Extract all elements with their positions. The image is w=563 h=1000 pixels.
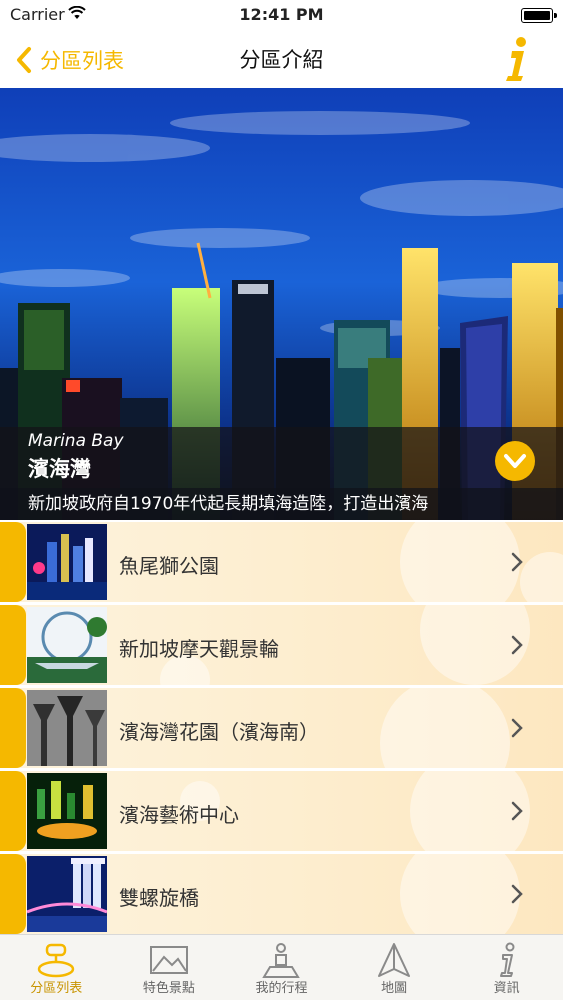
tab-info[interactable]: 資訊 [450, 935, 563, 1000]
chevron-right-icon [511, 635, 523, 655]
chevron-right-icon [511, 884, 523, 904]
item-accent-bar [0, 522, 26, 602]
gardens-by-the-bay-thumbnail [27, 690, 107, 766]
district-caption: Marina Bay 濱海灣 新加坡政府自1970年代起長期填海造陸，打造出濱海 [0, 427, 563, 520]
bokeh-decoration [400, 522, 520, 602]
district-list-icon [38, 943, 75, 978]
bokeh-decoration [380, 688, 510, 768]
tab-map[interactable]: 地圖 [338, 935, 451, 1000]
battery-icon [521, 8, 557, 23]
status-bar: Carrier 12:41 PM [0, 0, 563, 32]
mountain-icon [149, 946, 188, 974]
itinerary-icon [262, 943, 301, 978]
info-icon[interactable] [499, 34, 533, 84]
bokeh-decoration [400, 854, 520, 934]
merlion-park-thumbnail [27, 524, 107, 600]
list-item-label: 新加坡摩天觀景輪 [119, 637, 279, 661]
list-item[interactable]: 新加坡摩天觀景輪 [0, 605, 563, 685]
item-accent-bar [0, 605, 26, 685]
list-item-label: 魚尾獅公園 [119, 554, 219, 578]
tab-district-list[interactable]: 分區列表 [0, 935, 113, 1000]
helix-bridge-thumbnail [27, 856, 107, 932]
list-item[interactable]: 雙螺旋橋 [0, 854, 563, 934]
list-item[interactable]: 濱海藝術中心 [0, 771, 563, 851]
bokeh-decoration [520, 552, 563, 602]
tab-label: 我的行程 [255, 981, 308, 996]
chevron-left-icon [17, 47, 31, 73]
back-button[interactable]: 分區列表 [14, 42, 124, 78]
chevron-right-icon [511, 552, 523, 572]
chevron-right-icon [511, 801, 523, 821]
tab-my-itinerary[interactable]: 我的行程 [225, 935, 338, 1000]
info-icon [499, 942, 515, 977]
item-accent-bar [0, 854, 26, 934]
tab-label: 地圖 [381, 981, 408, 996]
district-description: 新加坡政府自1970年代起長期填海造陸，打造出濱海 [28, 494, 429, 514]
list-item-label: 濱海藝術中心 [119, 803, 239, 827]
tab-featured-spots[interactable]: 特色景點 [113, 935, 226, 1000]
chevron-right-icon [511, 718, 523, 738]
esplanade-thumbnail [27, 773, 107, 849]
map-icon [378, 943, 411, 977]
attraction-list: 魚尾獅公園 新加坡摩天觀景輪 濱海灣花園（濱海南） 濱海藝術中心 雙螺旋橋 [0, 520, 563, 934]
tab-label: 特色景點 [142, 981, 195, 996]
singapore-flyer-thumbnail [27, 607, 107, 683]
tab-bar: 分區列表 特色景點 我的行程 地圖 資訊 [0, 934, 563, 1000]
list-item[interactable]: 魚尾獅公園 [0, 522, 563, 602]
tab-label: 分區列表 [30, 981, 83, 996]
tab-label: 資訊 [493, 981, 520, 996]
status-time: 12:41 PM [239, 5, 324, 24]
list-item-label: 濱海灣花園（濱海南） [119, 720, 319, 744]
district-name-zh: 濱海灣 [28, 457, 91, 481]
item-accent-bar [0, 688, 26, 768]
back-label: 分區列表 [40, 49, 124, 73]
expand-description-button[interactable] [495, 441, 535, 481]
navigation-bar: 分區列表 分區介紹 [0, 32, 563, 88]
list-item[interactable]: 濱海灣花園（濱海南） [0, 688, 563, 768]
district-hero: Marina Bay 濱海灣 新加坡政府自1970年代起長期填海造陸，打造出濱海 [0, 88, 563, 520]
district-name-en: Marina Bay [28, 431, 124, 451]
list-item-label: 雙螺旋橋 [119, 886, 199, 910]
item-accent-bar [0, 771, 26, 851]
chevron-down-icon [504, 454, 526, 468]
